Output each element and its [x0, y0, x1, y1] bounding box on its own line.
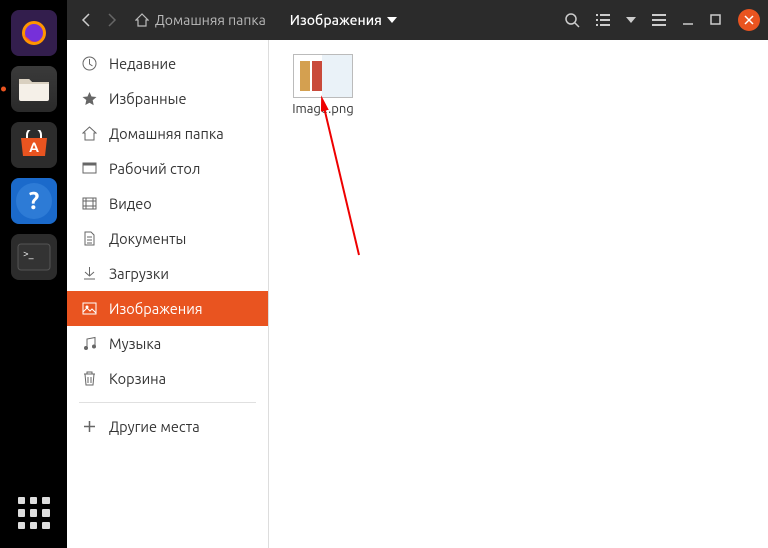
- sidebar-item-home[interactable]: Домашняя папка: [67, 116, 268, 151]
- firefox-icon: [18, 17, 50, 49]
- terminal-icon: >_: [17, 243, 51, 271]
- triangle-down-icon: [626, 17, 636, 23]
- plus-icon: [81, 419, 97, 435]
- star-icon: [81, 91, 97, 107]
- svg-text:>_: >_: [23, 248, 34, 259]
- sidebar-divider: [79, 402, 256, 403]
- sidebar-item-pictures[interactable]: Изображения: [67, 291, 268, 326]
- dock-software[interactable]: A: [11, 122, 57, 168]
- sidebar-item-label: Музыка: [109, 335, 161, 352]
- sidebar-item-other-locations[interactable]: Другие места: [67, 409, 268, 444]
- view-options-button[interactable]: [620, 6, 642, 34]
- search-button[interactable]: [559, 6, 586, 34]
- dock-app-grid[interactable]: [13, 492, 55, 534]
- sidebar-item-recent[interactable]: Недавние: [67, 46, 268, 81]
- hamburger-menu-button[interactable]: [646, 6, 672, 34]
- sidebar-item-label: Другие места: [109, 418, 200, 435]
- sidebar-item-downloads[interactable]: Загрузки: [67, 256, 268, 291]
- maximize-icon: [710, 14, 722, 26]
- dock-firefox[interactable]: [11, 10, 57, 56]
- file-name-label: Image.png: [292, 102, 354, 116]
- window-maximize-button[interactable]: [704, 6, 728, 34]
- sidebar-item-label: Корзина: [109, 370, 166, 387]
- breadcrumb[interactable]: Домашняя папка: [135, 12, 266, 28]
- breadcrumb-current[interactable]: Изображения: [290, 12, 397, 28]
- file-manager-window: Домашняя папка Изображения: [67, 0, 768, 548]
- sidebar: Недавние Избранные Домашняя папка Рабочи…: [67, 40, 269, 548]
- sidebar-item-documents[interactable]: Документы: [67, 221, 268, 256]
- window-minimize-button[interactable]: [676, 6, 700, 34]
- hamburger-icon: [652, 14, 666, 26]
- dock-files[interactable]: [11, 66, 57, 112]
- download-icon: [81, 266, 97, 282]
- sidebar-item-label: Избранные: [109, 90, 186, 107]
- sidebar-item-label: Загрузки: [109, 265, 169, 282]
- shopping-bag-icon: A: [17, 130, 51, 160]
- music-icon: [81, 336, 97, 352]
- annotation-arrow: [319, 95, 379, 265]
- dock-terminal[interactable]: >_: [11, 234, 57, 280]
- view-list-button[interactable]: [590, 6, 616, 34]
- sidebar-item-label: Недавние: [109, 55, 176, 72]
- home-icon: [81, 126, 97, 142]
- headerbar: Домашняя папка Изображения: [67, 0, 768, 40]
- folder-icon: [17, 75, 51, 103]
- window-close-button[interactable]: [738, 9, 760, 31]
- dock-help[interactable]: ?: [11, 178, 57, 224]
- nav-forward-button[interactable]: [101, 6, 123, 34]
- svg-text:A: A: [29, 139, 39, 155]
- breadcrumb-home[interactable]: Домашняя папка: [155, 12, 266, 28]
- video-icon: [81, 196, 97, 212]
- sidebar-item-label: Изображения: [109, 300, 203, 317]
- sidebar-item-label: Домашняя папка: [109, 125, 224, 142]
- image-thumbnail: [293, 54, 353, 98]
- list-icon: [596, 14, 610, 26]
- pictures-icon: [81, 301, 97, 317]
- file-item[interactable]: Image.png: [283, 54, 363, 116]
- sidebar-item-trash[interactable]: Корзина: [67, 361, 268, 396]
- home-icon: [135, 13, 149, 27]
- chevron-left-icon: [81, 13, 91, 27]
- sidebar-item-label: Видео: [109, 195, 152, 212]
- sidebar-item-videos[interactable]: Видео: [67, 186, 268, 221]
- content-pane[interactable]: Image.png: [269, 40, 768, 548]
- sidebar-item-desktop[interactable]: Рабочий стол: [67, 151, 268, 186]
- help-icon: ?: [14, 181, 54, 221]
- svg-text:?: ?: [28, 187, 39, 214]
- close-icon: [744, 15, 754, 25]
- dock: A ? >_: [0, 0, 67, 548]
- search-icon: [565, 13, 580, 28]
- trash-icon: [81, 371, 97, 387]
- triangle-down-icon: [387, 17, 397, 23]
- sidebar-item-music[interactable]: Музыка: [67, 326, 268, 361]
- sidebar-item-starred[interactable]: Избранные: [67, 81, 268, 116]
- document-icon: [81, 231, 97, 247]
- chevron-right-icon: [107, 13, 117, 27]
- desktop-icon: [81, 161, 97, 177]
- sidebar-item-label: Рабочий стол: [109, 160, 200, 177]
- nav-back-button[interactable]: [75, 6, 97, 34]
- minimize-icon: [682, 14, 694, 26]
- clock-icon: [81, 56, 97, 72]
- sidebar-item-label: Документы: [109, 230, 186, 247]
